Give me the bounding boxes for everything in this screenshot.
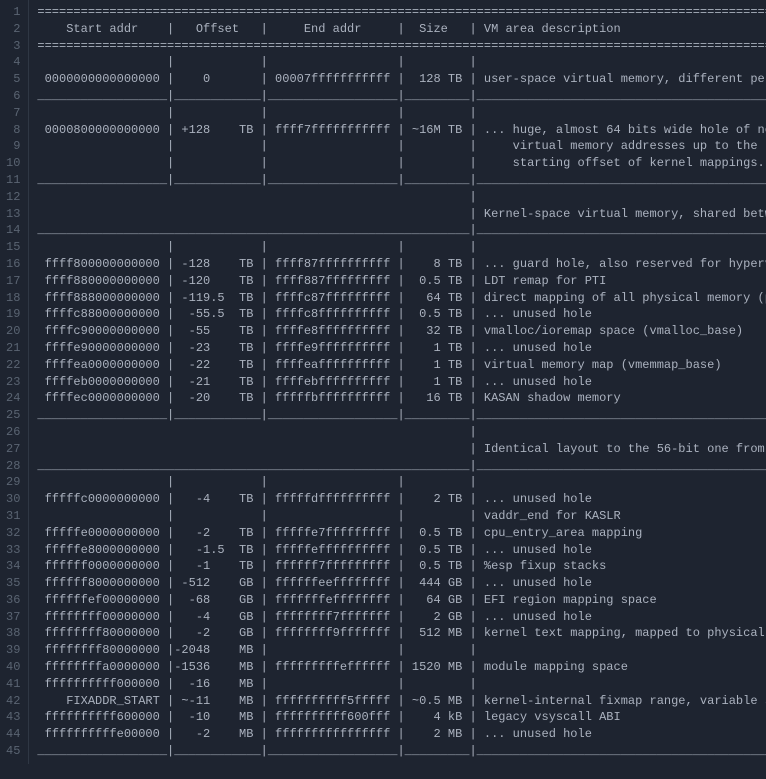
line-number: 16 xyxy=(6,256,20,273)
code-line: 0000000000000000 | 0 | 00007fffffffffff … xyxy=(37,71,766,88)
line-number: 9 xyxy=(6,138,20,155)
line-number: 22 xyxy=(6,357,20,374)
code-line: ________________________________________… xyxy=(37,458,766,475)
code-line: ffffffff80000000 |-2048 MB | | | xyxy=(37,642,766,659)
line-number: 19 xyxy=(6,306,20,323)
code-line: | Identical layout to the 56-bit one fro… xyxy=(37,441,766,458)
line-number: 27 xyxy=(6,441,20,458)
line-number-gutter: 1234567891011121314151617181920212223242… xyxy=(0,0,29,764)
line-number: 38 xyxy=(6,625,20,642)
line-number: 41 xyxy=(6,676,20,693)
code-line: ffffec0000000000 | -20 TB | fffffbffffff… xyxy=(37,390,766,407)
code-line: | | | | xyxy=(37,474,766,491)
code-line: ffffffef00000000 | -68 GB | fffffffeffff… xyxy=(37,592,766,609)
code-line: __________________|____________|________… xyxy=(37,407,766,424)
line-number: 28 xyxy=(6,458,20,475)
code-line: | Kernel-space virtual memory, shared be… xyxy=(37,206,766,223)
code-line: fffffe8000000000 | -1.5 TB | fffffefffff… xyxy=(37,542,766,559)
line-number: 14 xyxy=(6,222,20,239)
code-content: ========================================… xyxy=(29,0,766,764)
line-number: 23 xyxy=(6,374,20,391)
line-number: 21 xyxy=(6,340,20,357)
code-line: | | | | vaddr_end for KASLR xyxy=(37,508,766,525)
code-line: | | | | xyxy=(37,105,766,122)
code-line: ffffffffffe00000 | -2 MB | fffffffffffff… xyxy=(37,726,766,743)
line-number: 31 xyxy=(6,508,20,525)
line-number: 18 xyxy=(6,290,20,307)
code-line: | | | | virtual memory addresses up to t… xyxy=(37,138,766,155)
code-line: | | | | xyxy=(37,239,766,256)
line-number: 7 xyxy=(6,105,20,122)
code-line: ffffffff80000000 | -2 GB | ffffffff9ffff… xyxy=(37,625,766,642)
line-number: 2 xyxy=(6,21,20,38)
line-number: 11 xyxy=(6,172,20,189)
code-line: 0000800000000000 | +128 TB | ffff7ffffff… xyxy=(37,122,766,139)
code-line: | xyxy=(37,424,766,441)
code-line: ffffff8000000000 | -512 GB | ffffffeefff… xyxy=(37,575,766,592)
line-number: 44 xyxy=(6,726,20,743)
code-line: ffffc90000000000 | -55 TB | ffffe8ffffff… xyxy=(37,323,766,340)
line-number: 12 xyxy=(6,189,20,206)
code-line: ffffea0000000000 | -22 TB | ffffeaffffff… xyxy=(37,357,766,374)
code-line: Start addr | Offset | End addr | Size | … xyxy=(37,21,766,38)
code-line: ffffffff00000000 | -4 GB | ffffffff7ffff… xyxy=(37,609,766,626)
code-line: ffffffffff600000 | -10 MB | ffffffffff60… xyxy=(37,709,766,726)
code-line: ========================================… xyxy=(37,38,766,55)
line-number: 25 xyxy=(6,407,20,424)
code-line: ffff800000000000 | -128 TB | ffff87fffff… xyxy=(37,256,766,273)
line-number: 1 xyxy=(6,4,20,21)
line-number: 29 xyxy=(6,474,20,491)
code-line: ________________________________________… xyxy=(37,222,766,239)
line-number: 32 xyxy=(6,525,20,542)
line-number: 26 xyxy=(6,424,20,441)
line-number: 43 xyxy=(6,709,20,726)
code-line: ffffffffa0000000 |-1536 MB | fffffffffef… xyxy=(37,659,766,676)
line-number: 6 xyxy=(6,88,20,105)
line-number: 34 xyxy=(6,558,20,575)
line-number: 8 xyxy=(6,122,20,139)
line-number: 3 xyxy=(6,38,20,55)
code-line: fffffc0000000000 | -4 TB | fffffdfffffff… xyxy=(37,491,766,508)
line-number: 10 xyxy=(6,155,20,172)
code-line: FIXADDR_START | ~-11 MB | ffffffffff5fff… xyxy=(37,693,766,710)
code-line: ffffffffff000000 | -16 MB | | | xyxy=(37,676,766,693)
code-line: __________________|____________|________… xyxy=(37,172,766,189)
line-number: 35 xyxy=(6,575,20,592)
code-line: ffff888000000000 | -119.5 TB | ffffc87ff… xyxy=(37,290,766,307)
line-number: 36 xyxy=(6,592,20,609)
code-line: ffffeb0000000000 | -21 TB | ffffebffffff… xyxy=(37,374,766,391)
line-number: 17 xyxy=(6,273,20,290)
line-number: 33 xyxy=(6,542,20,559)
code-line: __________________|____________|________… xyxy=(37,743,766,760)
line-number: 5 xyxy=(6,71,20,88)
line-number: 39 xyxy=(6,642,20,659)
code-line: | | | | xyxy=(37,54,766,71)
line-number: 15 xyxy=(6,239,20,256)
line-number: 20 xyxy=(6,323,20,340)
line-number: 37 xyxy=(6,609,20,626)
code-line: ========================================… xyxy=(37,4,766,21)
code-line: ffff880000000000 | -120 TB | ffff887ffff… xyxy=(37,273,766,290)
code-line: | | | | starting offset of kernel mappin… xyxy=(37,155,766,172)
line-number: 13 xyxy=(6,206,20,223)
line-number: 40 xyxy=(6,659,20,676)
code-line: ffffff0000000000 | -1 TB | ffffff7ffffff… xyxy=(37,558,766,575)
line-number: 42 xyxy=(6,693,20,710)
line-number: 4 xyxy=(6,54,20,71)
code-line: ffffc88000000000 | -55.5 TB | ffffc8ffff… xyxy=(37,306,766,323)
code-line: __________________|____________|________… xyxy=(37,88,766,105)
code-line: ffffe90000000000 | -23 TB | ffffe9ffffff… xyxy=(37,340,766,357)
line-number: 45 xyxy=(6,743,20,760)
line-number: 24 xyxy=(6,390,20,407)
code-line: | xyxy=(37,189,766,206)
line-number: 30 xyxy=(6,491,20,508)
code-line: fffffe0000000000 | -2 TB | fffffe7ffffff… xyxy=(37,525,766,542)
